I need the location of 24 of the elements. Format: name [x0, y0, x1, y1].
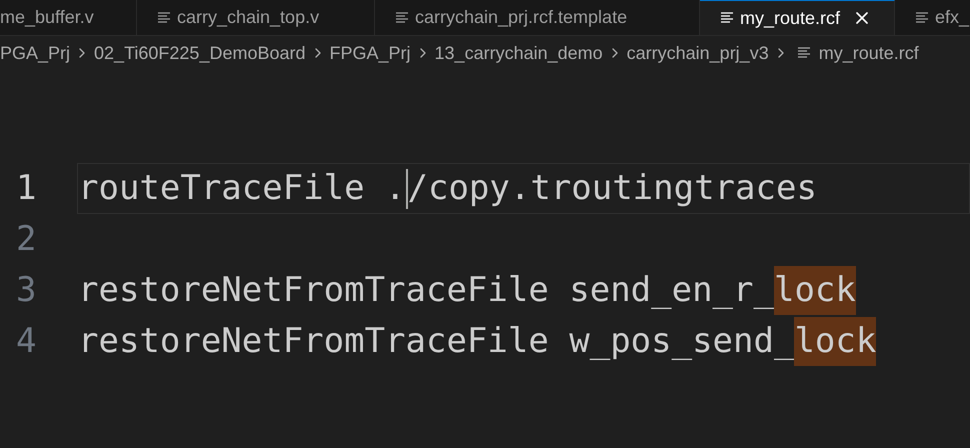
- breadcrumb-item[interactable]: my_route.rcf: [818, 40, 919, 66]
- line-number: 2: [15, 218, 38, 261]
- code-text: /copy.troutingtraces: [408, 167, 817, 210]
- breadcrumb-item[interactable]: PGA_Prj: [0, 40, 70, 66]
- code-text: routeTraceFile .: [78, 167, 406, 210]
- tab-label: efx_: [935, 6, 970, 29]
- line-number: 4: [15, 320, 38, 363]
- breadcrumb-item[interactable]: FPGA_Prj: [330, 40, 411, 66]
- breadcrumb-item[interactable]: 02_Ti60F225_DemoBoard: [94, 40, 306, 66]
- breadcrumb-item[interactable]: 13_carrychain_demo: [434, 40, 603, 66]
- breadcrumb-item[interactable]: carrychain_prj_v3: [626, 40, 769, 66]
- editor-tab[interactable]: me_buffer.v: [0, 0, 137, 35]
- editor-tab[interactable]: my_route.rcf: [700, 0, 895, 35]
- tab-label: carry_chain_top.v: [177, 6, 320, 29]
- highlighted-code: lock: [794, 317, 876, 366]
- highlighted-code: lock: [774, 266, 856, 315]
- code-text: restoreNetFromTraceFile send_en_r_: [78, 269, 774, 312]
- tab-label: my_route.rcf: [740, 6, 840, 30]
- tab-label: carrychain_prj.rcf.template: [415, 6, 628, 29]
- code-text: restoreNetFromTraceFile w_pos_send_: [78, 320, 794, 363]
- tab-label: me_buffer.v: [0, 6, 94, 29]
- line-number: 1: [15, 167, 38, 210]
- file-lines-icon: [796, 46, 811, 60]
- line-number: 3: [15, 269, 38, 312]
